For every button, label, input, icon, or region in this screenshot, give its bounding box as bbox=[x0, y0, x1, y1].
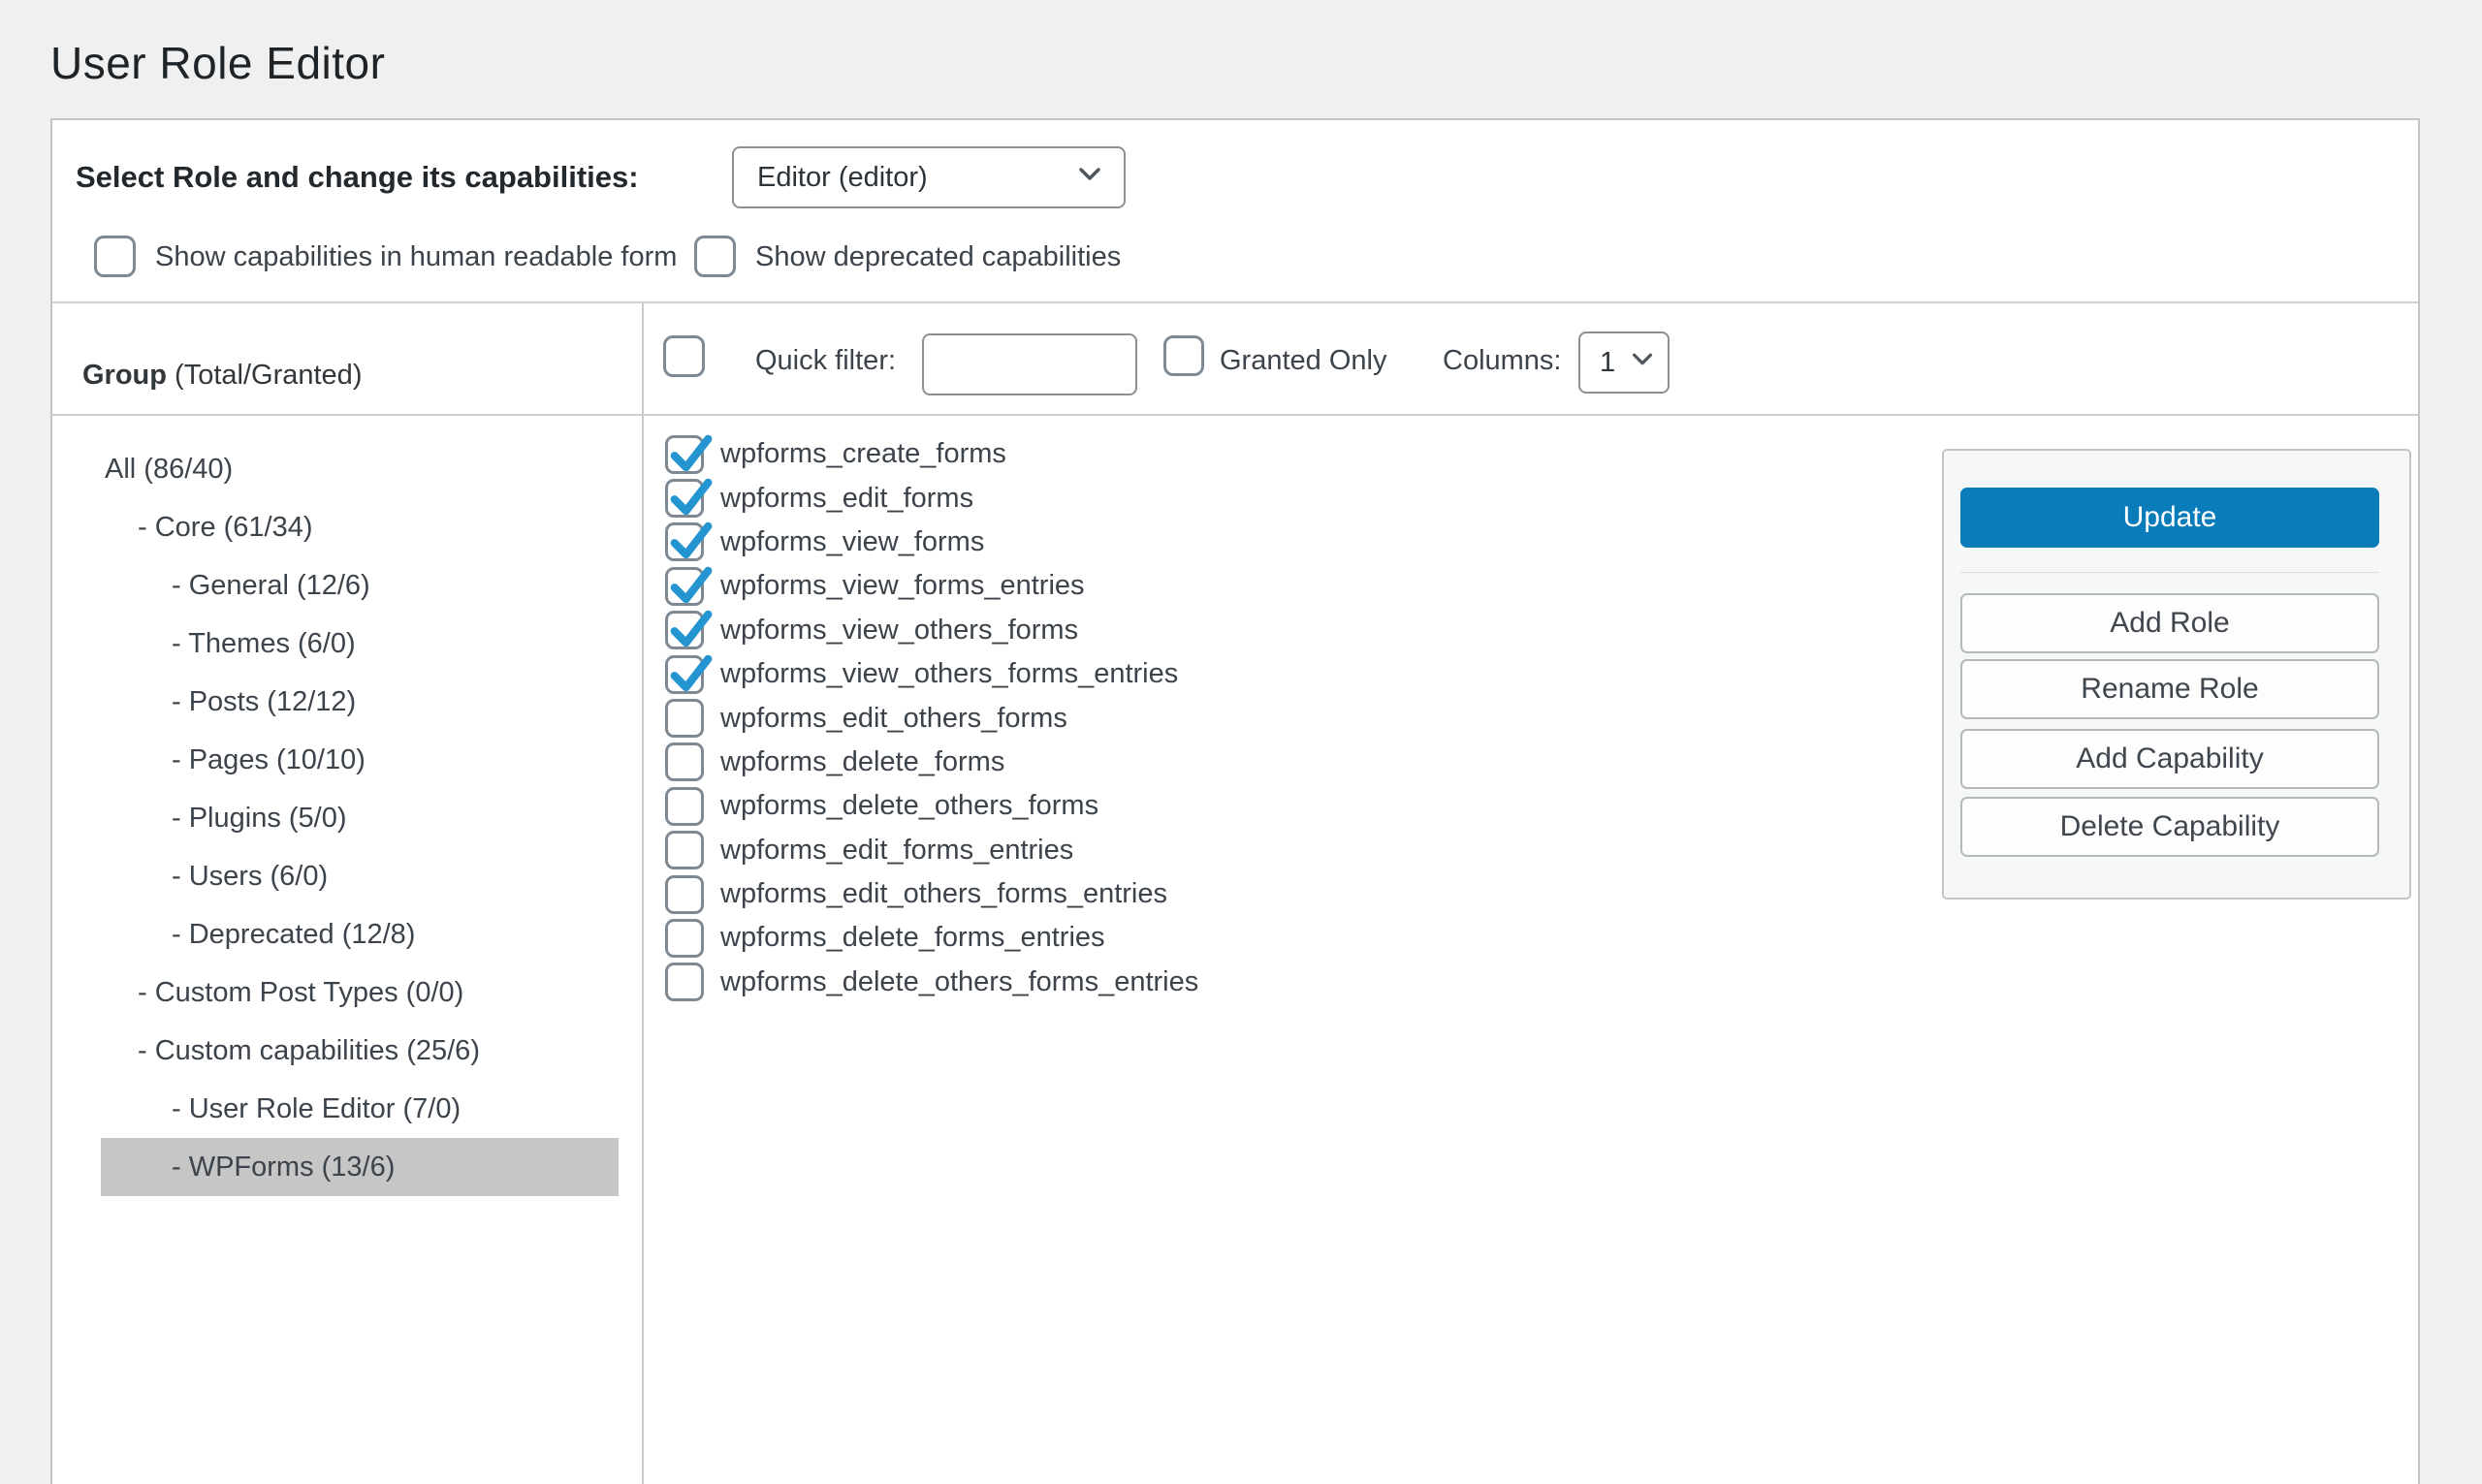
group-item-label: - User Role Editor (7/0) bbox=[172, 1093, 461, 1125]
group-item-plugins[interactable]: - Plugins (5/0) bbox=[101, 789, 619, 847]
group-header-rest: (Total/Granted) bbox=[167, 360, 362, 391]
capability-row: wpforms_edit_others_forms_entries bbox=[665, 872, 1198, 916]
divider bbox=[642, 303, 644, 1484]
group-item-posts[interactable]: - Posts (12/12) bbox=[101, 673, 619, 731]
capability-label: wpforms_view_others_forms bbox=[720, 615, 1078, 647]
human-readable-checkbox[interactable] bbox=[94, 236, 136, 277]
capability-checkbox[interactable] bbox=[665, 831, 704, 869]
group-item-label: - Deprecated (12/8) bbox=[172, 919, 415, 951]
divider bbox=[52, 414, 2418, 416]
capability-row: wpforms_delete_forms_entries bbox=[665, 916, 1198, 960]
capability-label: wpforms_edit_others_forms bbox=[720, 703, 1067, 735]
deprecated-checkbox[interactable] bbox=[694, 236, 736, 277]
divider bbox=[1960, 572, 2379, 573]
capability-label: wpforms_view_forms bbox=[720, 526, 984, 558]
capability-label: wpforms_create_forms bbox=[720, 438, 1006, 470]
capability-label: wpforms_edit_forms bbox=[720, 483, 973, 515]
capability-list: wpforms_create_forms wpforms_edit_forms … bbox=[665, 432, 1198, 1004]
group-tree: All (86/40) - Core (61/34) - General (12… bbox=[101, 440, 619, 1196]
chevron-down-icon bbox=[1629, 345, 1656, 380]
capability-label: wpforms_view_others_forms_entries bbox=[720, 658, 1178, 690]
group-item-deprecated[interactable]: - Deprecated (12/8) bbox=[101, 905, 619, 963]
group-item-label: - Custom capabilities (25/6) bbox=[138, 1035, 480, 1067]
select-all-checkbox[interactable] bbox=[663, 335, 705, 377]
capability-row: wpforms_create_forms bbox=[665, 432, 1198, 476]
add-capability-button[interactable]: Add Capability bbox=[1960, 729, 2379, 789]
capability-row: wpforms_view_others_forms bbox=[665, 609, 1198, 652]
capability-row: wpforms_view_forms_entries bbox=[665, 564, 1198, 608]
capability-checkbox[interactable] bbox=[665, 742, 704, 781]
deprecated-label: Show deprecated capabilities bbox=[755, 230, 1121, 284]
group-header: Group (Total/Granted) bbox=[82, 344, 362, 406]
group-item-general[interactable]: - General (12/6) bbox=[101, 556, 619, 615]
columns-select[interactable]: 1 bbox=[1578, 332, 1670, 394]
group-item-users[interactable]: - Users (6/0) bbox=[101, 847, 619, 905]
capability-row: wpforms_edit_forms bbox=[665, 476, 1198, 520]
capability-row: wpforms_edit_others_forms bbox=[665, 696, 1198, 740]
capability-label: wpforms_delete_others_forms bbox=[720, 790, 1098, 822]
capability-checkbox[interactable] bbox=[665, 919, 704, 958]
capability-row: wpforms_view_others_forms_entries bbox=[665, 652, 1198, 696]
capability-checkbox[interactable] bbox=[665, 611, 704, 649]
action-panel: Update Add Role Rename Role Add Capabili… bbox=[1942, 449, 2411, 900]
chevron-down-icon bbox=[1075, 159, 1104, 196]
select-role-label: Select Role and change its capabilities: bbox=[76, 146, 639, 208]
capability-row: wpforms_edit_forms_entries bbox=[665, 829, 1198, 872]
user-role-editor-page: User Role Editor Select Role and change … bbox=[0, 0, 2482, 1484]
columns-label: Columns: bbox=[1443, 332, 1562, 390]
group-item-pages[interactable]: - Pages (10/10) bbox=[101, 731, 619, 789]
capability-label: wpforms_delete_forms_entries bbox=[720, 922, 1105, 954]
group-item-core[interactable]: - Core (61/34) bbox=[101, 498, 619, 556]
group-item-wpforms[interactable]: - WPForms (13/6) bbox=[101, 1138, 619, 1196]
group-item-label: - Users (6/0) bbox=[172, 861, 328, 893]
columns-select-value: 1 bbox=[1600, 347, 1615, 379]
group-item-label: All (86/40) bbox=[105, 454, 233, 486]
capability-checkbox[interactable] bbox=[665, 655, 704, 694]
rename-role-button[interactable]: Rename Role bbox=[1960, 659, 2379, 719]
capability-label: wpforms_edit_forms_entries bbox=[720, 835, 1073, 867]
group-item-label: - Posts (12/12) bbox=[172, 686, 356, 718]
granted-only-label: Granted Only bbox=[1220, 332, 1386, 390]
capability-checkbox[interactable] bbox=[665, 787, 704, 826]
add-role-button[interactable]: Add Role bbox=[1960, 593, 2379, 653]
human-readable-label: Show capabilities in human readable form bbox=[155, 230, 677, 284]
capability-row: wpforms_delete_others_forms_entries bbox=[665, 961, 1198, 1004]
capability-checkbox[interactable] bbox=[665, 522, 704, 561]
update-button[interactable]: Update bbox=[1960, 488, 2379, 548]
capability-checkbox[interactable] bbox=[665, 567, 704, 606]
capability-row: wpforms_delete_others_forms bbox=[665, 784, 1198, 828]
group-item-label: - Core (61/34) bbox=[138, 512, 313, 544]
group-item-label: - Themes (6/0) bbox=[172, 628, 356, 660]
delete-capability-button[interactable]: Delete Capability bbox=[1960, 797, 2379, 857]
group-item-all[interactable]: All (86/40) bbox=[101, 440, 619, 498]
capability-checkbox[interactable] bbox=[665, 963, 704, 1001]
capability-row: wpforms_delete_forms bbox=[665, 741, 1198, 784]
capability-checkbox[interactable] bbox=[665, 479, 704, 518]
group-item-label: - WPForms (13/6) bbox=[172, 1152, 395, 1184]
capability-row: wpforms_view_forms bbox=[665, 521, 1198, 564]
capability-checkbox[interactable] bbox=[665, 875, 704, 914]
quick-filter-input[interactable] bbox=[922, 333, 1137, 395]
capability-checkbox[interactable] bbox=[665, 699, 704, 738]
group-header-bold: Group bbox=[82, 360, 167, 391]
quick-filter-label: Quick filter: bbox=[755, 332, 896, 390]
group-item-user-role-editor[interactable]: - User Role Editor (7/0) bbox=[101, 1080, 619, 1138]
granted-only-checkbox[interactable] bbox=[1163, 335, 1204, 376]
role-select-value: Editor (editor) bbox=[757, 162, 928, 194]
group-item-label: - Custom Post Types (0/0) bbox=[138, 977, 463, 1009]
capability-label: wpforms_edit_others_forms_entries bbox=[720, 878, 1167, 910]
capability-label: wpforms_delete_others_forms_entries bbox=[720, 966, 1198, 998]
group-item-themes[interactable]: - Themes (6/0) bbox=[101, 615, 619, 673]
group-item-label: - General (12/6) bbox=[172, 570, 370, 602]
group-item-label: - Pages (10/10) bbox=[172, 744, 366, 776]
group-item-label: - Plugins (5/0) bbox=[172, 803, 347, 835]
group-item-custom-capabilities[interactable]: - Custom capabilities (25/6) bbox=[101, 1022, 619, 1080]
role-select[interactable]: Editor (editor) bbox=[732, 146, 1126, 208]
page-title: User Role Editor bbox=[50, 37, 385, 89]
capability-label: wpforms_delete_forms bbox=[720, 746, 1004, 778]
capability-checkbox[interactable] bbox=[665, 435, 704, 474]
group-item-custom-post-types[interactable]: - Custom Post Types (0/0) bbox=[101, 963, 619, 1022]
capability-label: wpforms_view_forms_entries bbox=[720, 570, 1085, 602]
divider bbox=[52, 301, 2418, 303]
